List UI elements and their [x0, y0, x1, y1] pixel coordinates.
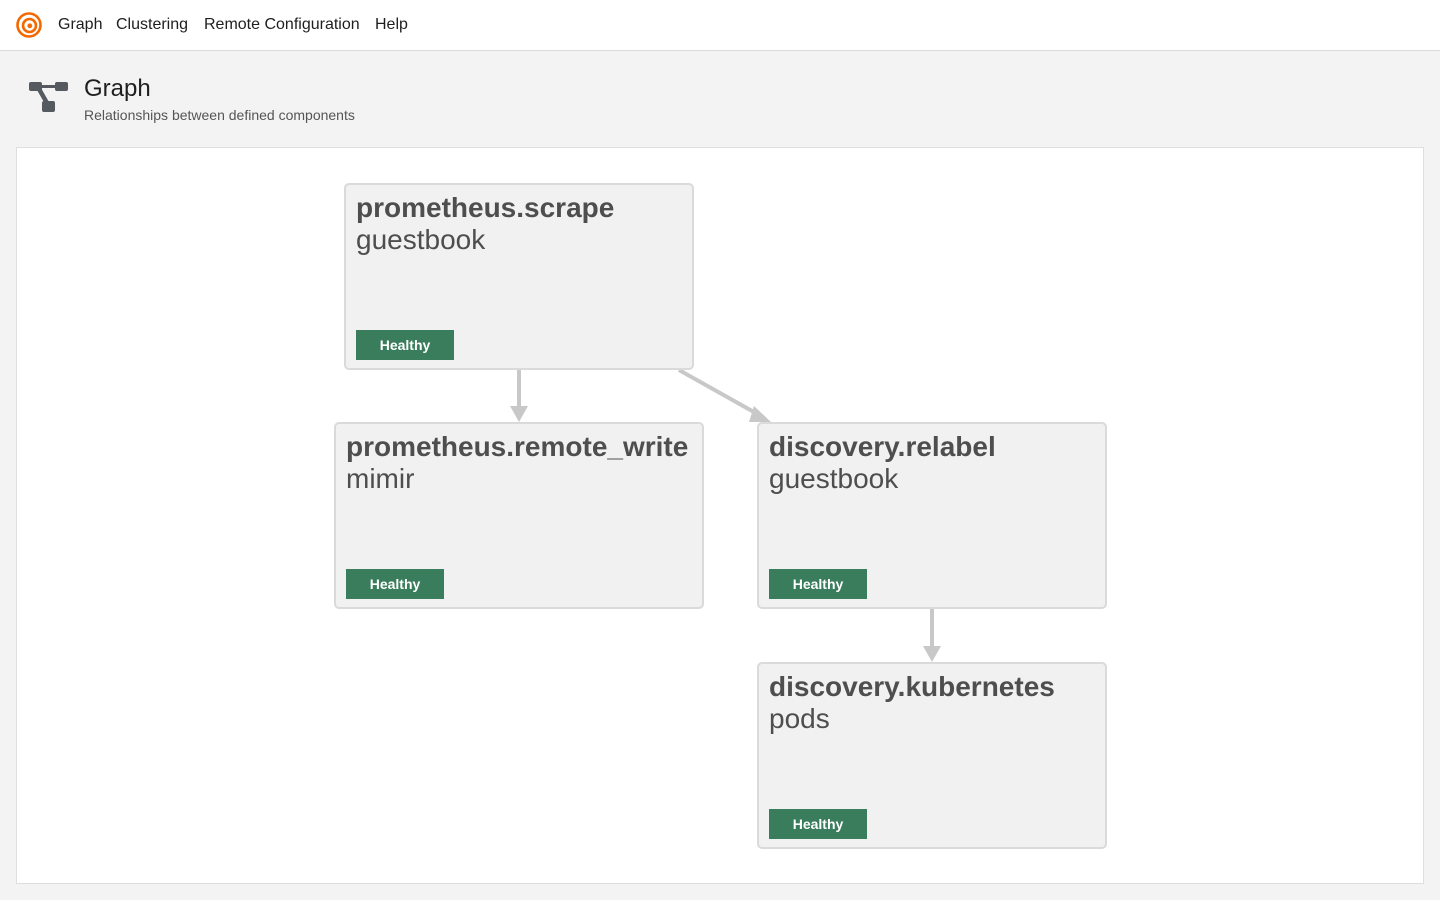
edge-scrape-to-relabel — [678, 368, 771, 422]
node-component-label: guestbook — [769, 463, 899, 494]
top-navigation-bar: Graph Clustering Remote Configuration He… — [0, 0, 1440, 51]
nav-item-graph[interactable]: Graph — [58, 16, 102, 34]
node-component-label: guestbook — [356, 224, 486, 255]
page-subtitle: Relationships between defined components — [84, 107, 355, 123]
page-title: Graph — [84, 75, 151, 102]
health-status-badge: Healthy — [346, 569, 444, 599]
grafana-alloy-logo-icon[interactable] — [16, 12, 42, 38]
health-status-badge: Healthy — [769, 569, 867, 599]
health-status-badge: Healthy — [769, 809, 867, 839]
node-component-type: discovery.kubernetes — [769, 671, 1055, 702]
graph-node-prometheus-scrape-guestbook[interactable]: prometheus.scrape guestbook Healthy — [344, 183, 694, 370]
graph-node-prometheus-remote-write-mimir[interactable]: prometheus.remote_write mimir Healthy — [334, 422, 704, 609]
node-component-label: mimir — [346, 463, 415, 494]
health-status-badge: Healthy — [356, 330, 454, 360]
graph-node-discovery-relabel-guestbook[interactable]: discovery.relabel guestbook Healthy — [757, 422, 1107, 609]
node-component-type: prometheus.scrape — [356, 192, 615, 223]
graph-panel: prometheus.scrape guestbook Healthy prom… — [16, 147, 1424, 884]
edge-scrape-to-remote-write — [510, 370, 528, 422]
nav-item-remote-configuration[interactable]: Remote Configuration — [204, 16, 360, 34]
node-component-label: pods — [769, 703, 830, 734]
node-component-type: discovery.relabel — [769, 431, 996, 462]
graph-node-discovery-kubernetes-pods[interactable]: discovery.kubernetes pods Healthy — [757, 662, 1107, 849]
edge-relabel-to-kubernetes — [923, 609, 941, 662]
graph-edges — [510, 368, 941, 662]
nav-item-help[interactable]: Help — [375, 16, 408, 34]
node-component-type: prometheus.remote_write — [346, 431, 689, 462]
nav-item-clustering[interactable]: Clustering — [116, 16, 188, 34]
graph-icon — [29, 82, 68, 112]
